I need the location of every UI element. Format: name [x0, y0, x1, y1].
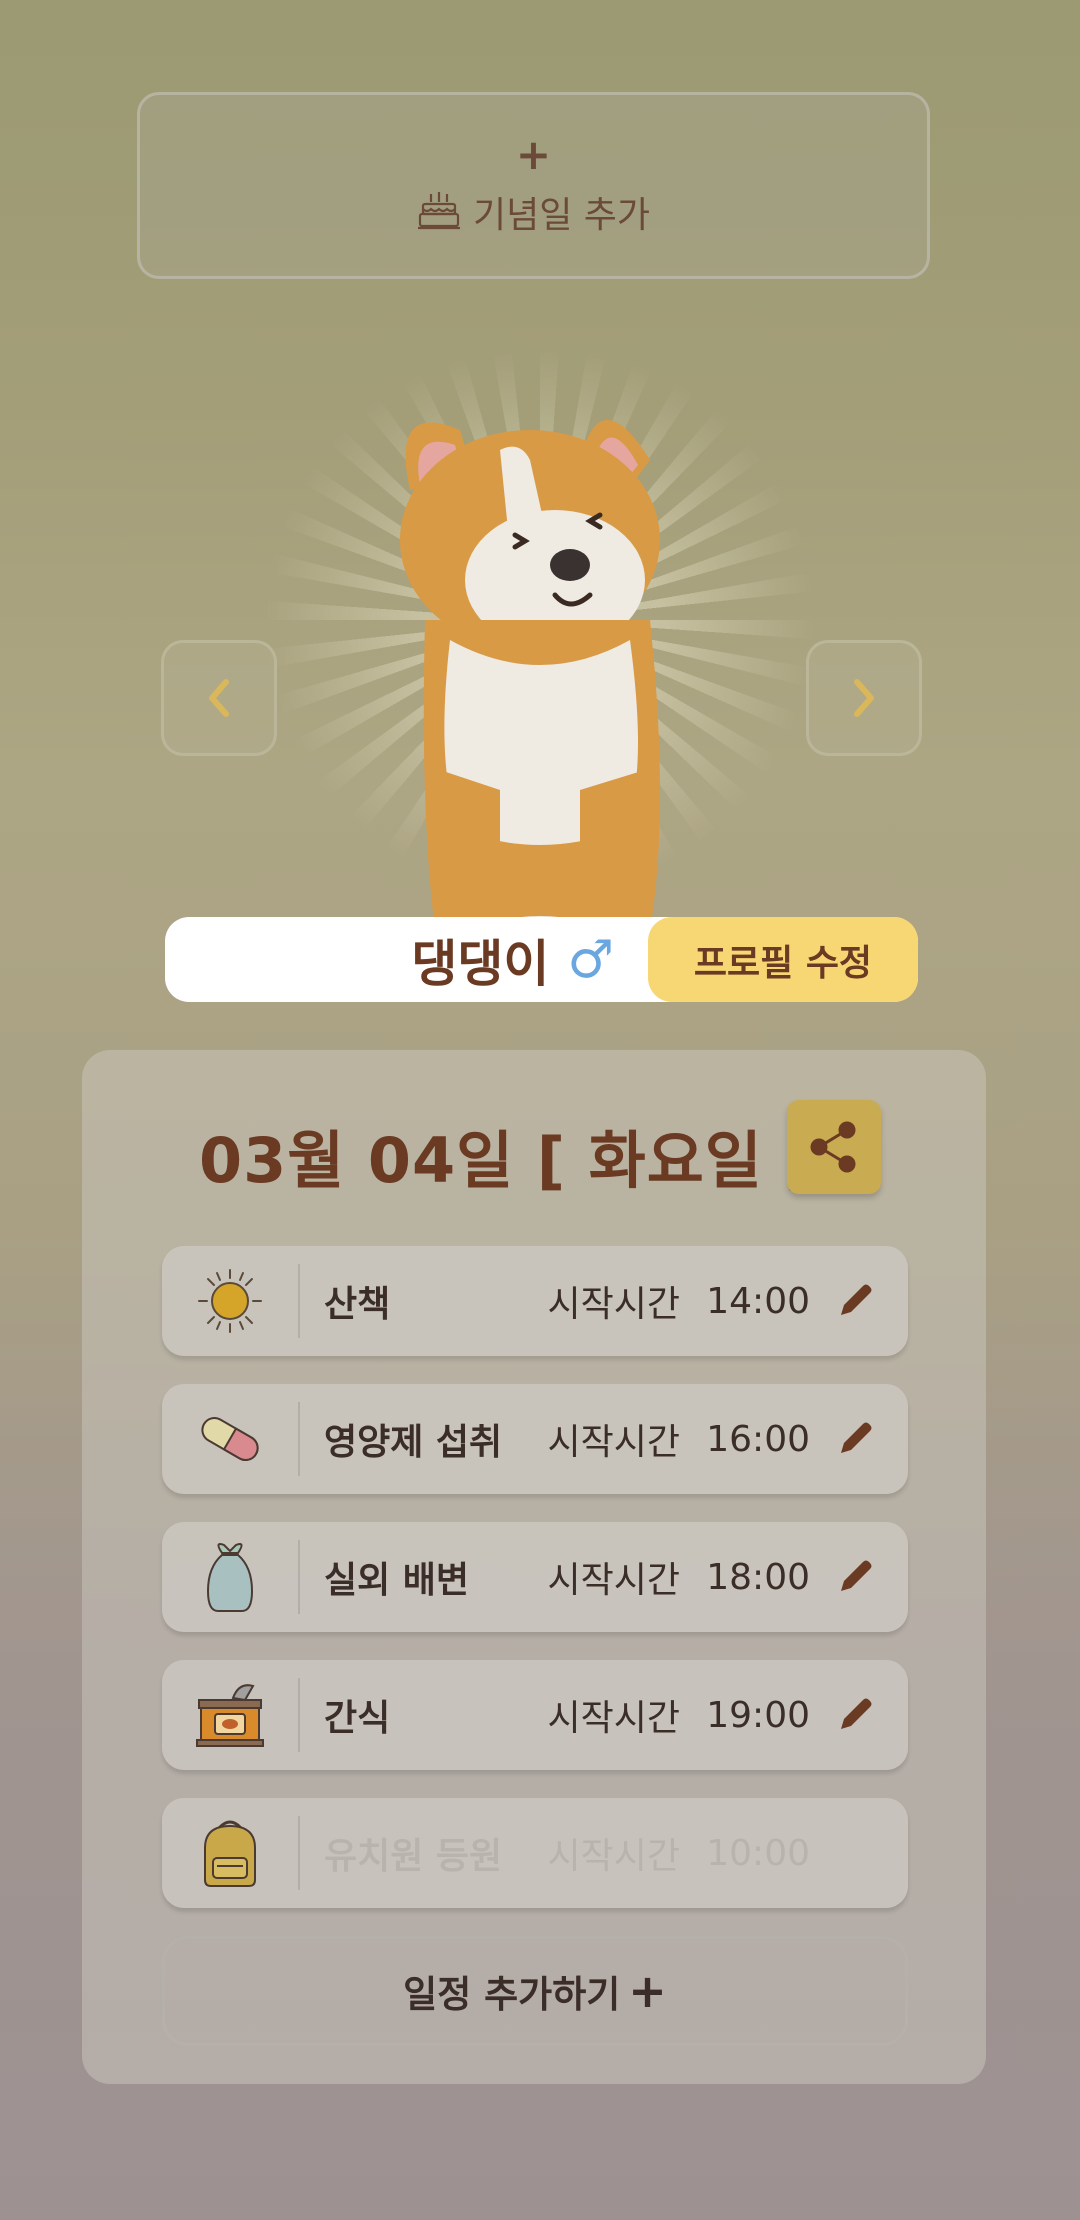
- pet-name: 댕댕이: [411, 934, 550, 993]
- backpack-icon: [204, 1820, 256, 1887]
- edit-item-button[interactable]: [810, 1557, 900, 1597]
- start-time-value[interactable]: 19:00: [680, 1695, 810, 1736]
- pet-hero: [0, 300, 1080, 930]
- edit-item-button[interactable]: [810, 1695, 900, 1735]
- start-time-value[interactable]: 16:00: [680, 1419, 810, 1460]
- start-time-label: 시작시간: [547, 1560, 680, 1601]
- schedule-item-supplement[interactable]: 영양제 섭취 시작시간 16:00: [162, 1384, 908, 1494]
- item-title: 유치원 등원: [324, 1836, 503, 1877]
- previous-pet-button[interactable]: [161, 640, 277, 756]
- edit-item-button[interactable]: [810, 1281, 900, 1321]
- dog-illustration: [400, 420, 660, 930]
- share-button[interactable]: [787, 1100, 881, 1194]
- edit-profile-button[interactable]: 프로필 수정: [648, 917, 918, 1002]
- item-title: 영양제 섭취: [324, 1422, 503, 1463]
- schedule-date: 03월 04일 [ 화요일 ]: [199, 1124, 815, 1197]
- next-pet-button[interactable]: [806, 640, 922, 756]
- add-anniversary-button[interactable]: + 기념일 추가: [137, 92, 930, 279]
- schedule-card: 03월 04일 [ 화요일 ] 산책 시작시간 14:00 영양제 섭취 시작시…: [82, 1050, 986, 2084]
- schedule-item-snack[interactable]: 간식 시작시간 19:00: [162, 1660, 908, 1770]
- add-schedule-label: 일정 추가하기: [403, 1973, 621, 2016]
- start-time-value[interactable]: 18:00: [680, 1557, 810, 1598]
- waste-bag-icon: [206, 1543, 254, 1612]
- start-time-value: 10:00: [706, 1832, 810, 1874]
- start-time-label: 시작시간: [547, 1422, 680, 1463]
- plus-icon: +: [515, 129, 552, 179]
- item-title: 간식: [324, 1698, 391, 1739]
- pet-name-bar: 댕댕이 ♂ 프로필 수정: [165, 917, 918, 1002]
- pencil-icon: [841, 1698, 872, 1729]
- schedule-item-walk[interactable]: 산책 시작시간 14:00: [162, 1246, 908, 1356]
- add-schedule-button[interactable]: 일정 추가하기 +: [162, 1936, 908, 2046]
- share-icon: [810, 1121, 856, 1173]
- canned-food-icon: [196, 1684, 264, 1747]
- start-time-label: 시작시간: [547, 1836, 680, 1877]
- chevron-left-icon: [209, 679, 229, 717]
- edit-item-button[interactable]: [810, 1419, 900, 1459]
- pill-icon: [201, 1417, 259, 1461]
- plus-icon: +: [628, 1964, 667, 2018]
- add-anniversary-label: 기념일 추가: [472, 194, 651, 236]
- male-icon: ♂: [567, 929, 614, 990]
- start-time-value[interactable]: 14:00: [680, 1281, 810, 1322]
- item-title: 산책: [324, 1284, 391, 1325]
- pencil-icon: [841, 1422, 872, 1453]
- schedule-item-kindergarten[interactable]: 유치원 등원 시작시간 10:00: [162, 1798, 908, 1908]
- item-title: 실외 배변: [324, 1560, 470, 1601]
- pencil-icon: [841, 1284, 872, 1315]
- cake-icon: [417, 190, 461, 234]
- start-time-label: 시작시간: [547, 1284, 680, 1325]
- sun-icon: [198, 1269, 262, 1333]
- chevron-right-icon: [854, 679, 874, 717]
- pencil-icon: [841, 1560, 872, 1591]
- schedule-item-outdoor-potty[interactable]: 실외 배변 시작시간 18:00: [162, 1522, 908, 1632]
- start-time-label: 시작시간: [547, 1698, 680, 1739]
